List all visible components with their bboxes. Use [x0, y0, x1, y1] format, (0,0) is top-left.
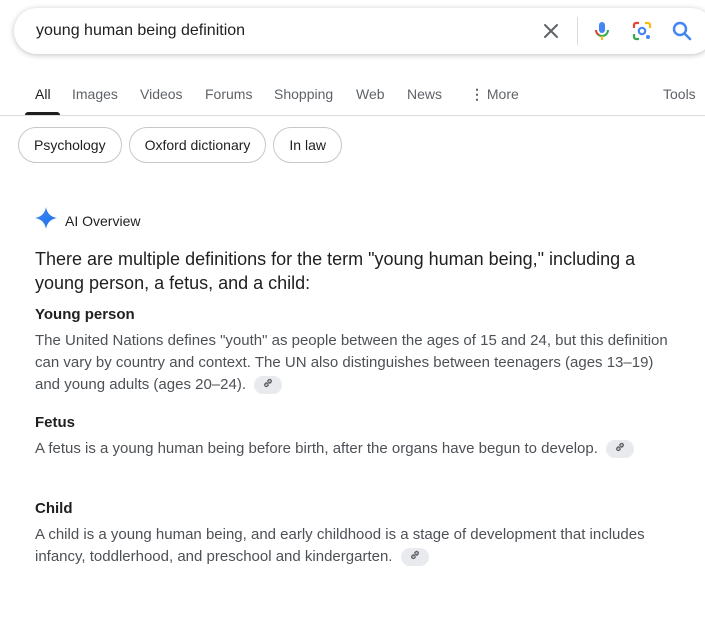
source-link-button[interactable] [254, 374, 283, 396]
tools-button[interactable]: Tools [663, 86, 696, 102]
section-body-fetus: A fetus is a young human being before bi… [35, 438, 675, 460]
section-body-child: A child is a young human being, and earl… [35, 524, 675, 568]
search-tabs: All Images Videos Forums Shopping Web Ne… [0, 76, 705, 116]
tab-images[interactable]: Images [72, 86, 118, 102]
ai-overview-lead: There are multiple definitions for the t… [35, 249, 636, 293]
tab-forums[interactable]: Forums [205, 86, 252, 102]
search-icon[interactable] [670, 19, 694, 43]
source-link-button[interactable] [400, 546, 429, 568]
section-title-child: Child [35, 500, 73, 517]
chip-psychology[interactable]: Psychology [18, 127, 122, 163]
tab-web[interactable]: Web [356, 86, 385, 102]
ai-overview-label: AI Overview [65, 212, 141, 229]
clear-icon[interactable] [539, 19, 563, 43]
link-icon [614, 438, 626, 460]
tab-videos[interactable]: Videos [140, 86, 183, 102]
section-text: A child is a young human being, and earl… [35, 526, 645, 565]
more-vert-icon: ⋮ [470, 86, 484, 102]
section-title-fetus: Fetus [35, 414, 76, 431]
tab-news[interactable]: News [407, 86, 442, 102]
tab-all[interactable]: All [35, 86, 51, 102]
section-title-young-person: Young person [35, 306, 135, 323]
lens-icon[interactable] [630, 19, 654, 43]
tab-shopping[interactable]: Shopping [274, 86, 333, 102]
link-icon [262, 374, 274, 396]
refinement-chips: Psychology Oxford dictionary In law [18, 127, 342, 163]
ai-overview-header: AI Overview [35, 207, 140, 234]
search-box[interactable]: young human being definition [14, 8, 705, 54]
mic-icon[interactable] [590, 19, 614, 43]
search-input[interactable]: young human being definition [36, 22, 245, 40]
link-icon [409, 546, 421, 568]
tab-more[interactable]: ⋮ More [470, 86, 519, 103]
chip-oxford-dictionary[interactable]: Oxford dictionary [128, 127, 267, 163]
section-body-young-person: The United Nations defines "youth" as pe… [35, 330, 675, 396]
section-text: A fetus is a young human being before bi… [35, 440, 598, 457]
section-text: The United Nations defines "youth" as pe… [35, 332, 668, 393]
gemini-sparkle-icon [35, 207, 57, 234]
tabs-divider [0, 115, 705, 116]
search-divider [577, 17, 578, 45]
tab-more-label: More [486, 86, 519, 102]
source-link-button[interactable] [606, 438, 635, 460]
search-actions [539, 8, 694, 54]
chip-in-law[interactable]: In law [273, 127, 342, 163]
